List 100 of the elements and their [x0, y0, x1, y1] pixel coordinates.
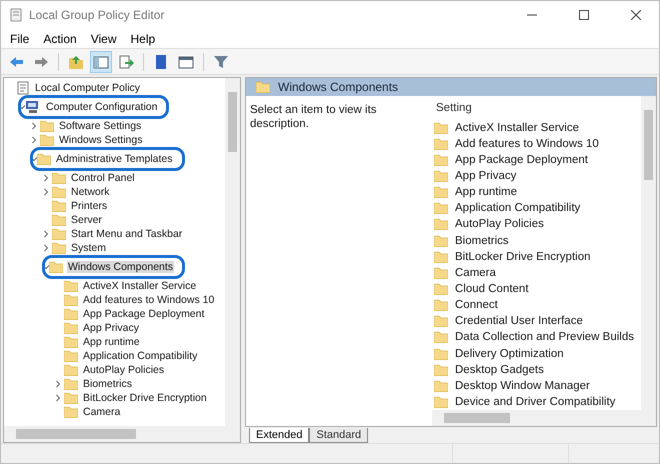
folder-icon: [256, 81, 270, 93]
folder-icon: [434, 299, 448, 312]
chevron-right-icon[interactable]: [42, 174, 50, 182]
setting-item[interactable]: Desktop Gadgets: [453, 364, 546, 376]
folder-icon: [434, 396, 448, 408]
setting-item[interactable]: Application Compatibility: [453, 202, 582, 214]
folder-icon: [434, 202, 448, 214]
setting-item[interactable]: AutoPlay Policies: [453, 218, 546, 230]
tree-item[interactable]: Windows Components: [67, 261, 174, 273]
setting-item[interactable]: Delivery Optimization: [453, 348, 566, 360]
menu-item[interactable]: View: [84, 28, 124, 48]
horizontal-scrollbar[interactable]: [4, 426, 240, 442]
folder-up-icon: [68, 54, 84, 70]
folder-icon: [64, 336, 78, 348]
vertical-scrollbar[interactable]: [641, 96, 656, 410]
setting-item[interactable]: Add features to Windows 10: [453, 138, 601, 150]
setting-item[interactable]: Data Collection and Preview Builds: [453, 331, 636, 344]
folder-icon: [40, 120, 54, 132]
folder-icon: [52, 172, 66, 184]
tree-item[interactable]: Computer Configuration: [45, 101, 158, 113]
chevron-right-icon[interactable]: [54, 394, 62, 402]
folder-icon: [434, 315, 448, 328]
folder-icon: [64, 392, 78, 404]
tree-item[interactable]: Application Compatibility: [82, 350, 198, 362]
tree-item[interactable]: BitLocker Drive Encryption: [82, 392, 208, 404]
chevron-right-icon[interactable]: [42, 188, 50, 196]
folder-icon: [64, 350, 78, 362]
tree-item[interactable]: Administrative Templates: [55, 153, 174, 165]
view-tab[interactable]: Extended: [249, 428, 310, 443]
maximize-icon: [579, 10, 589, 20]
folder-icon: [37, 153, 51, 165]
tree-item[interactable]: App runtime: [82, 336, 141, 348]
tree-item[interactable]: Software Settings: [58, 120, 142, 132]
tree-item[interactable]: Windows Settings: [58, 134, 144, 146]
folder-icon: [64, 280, 78, 292]
chevron-right-icon[interactable]: [54, 380, 62, 388]
menu-item[interactable]: Action: [36, 28, 84, 48]
folder-icon: [434, 170, 448, 182]
folder-icon: [64, 294, 78, 306]
chevron-right-icon[interactable]: [30, 122, 38, 130]
setting-item[interactable]: BitLocker Drive Encryption: [453, 250, 592, 263]
folder-icon: [434, 331, 448, 344]
setting-item[interactable]: Desktop Window Manager: [453, 380, 592, 392]
setting-item[interactable]: Credential User Interface: [453, 315, 585, 328]
folder-icon: [434, 138, 448, 150]
properties-icon: [178, 54, 194, 70]
tree-item[interactable]: App Package Deployment: [82, 308, 206, 320]
tree-pane-icon: [93, 54, 109, 70]
chevron-down-icon[interactable]: [18, 103, 26, 111]
setting-item[interactable]: Biometrics: [453, 234, 511, 247]
document-icon: [16, 81, 30, 95]
tree-item[interactable]: Add features to Windows 10: [82, 294, 216, 306]
menu-item[interactable]: File: [3, 28, 36, 48]
folder-icon: [64, 378, 78, 390]
menu-item[interactable]: Help: [124, 28, 162, 48]
tree-item[interactable]: Start Menu and Taskbar: [70, 228, 184, 240]
folder-icon: [434, 218, 448, 230]
setting-item[interactable]: Cloud Content: [453, 282, 531, 295]
setting-item[interactable]: Device and Driver Compatibility: [453, 396, 618, 408]
tree-item[interactable]: AutoPlay Policies: [82, 364, 166, 376]
tree-item[interactable]: Biometrics: [82, 378, 134, 390]
tree-item[interactable]: Control Panel: [70, 172, 136, 184]
folder-icon: [434, 234, 448, 247]
window-title: Local Group Policy Editor: [29, 8, 166, 22]
folder-icon: [434, 250, 448, 263]
setting-item[interactable]: Camera: [453, 266, 498, 279]
app-icon: [9, 8, 23, 22]
tree-item[interactable]: System: [70, 242, 108, 254]
filter-icon: [213, 54, 229, 70]
folder-icon: [64, 364, 78, 376]
tree-item[interactable]: Server: [70, 214, 103, 226]
tree-item[interactable]: Camera: [82, 406, 122, 418]
column-header[interactable]: Setting: [434, 102, 641, 120]
chevron-right-icon[interactable]: [42, 244, 50, 252]
folder-icon: [52, 228, 66, 240]
setting-item[interactable]: ActiveX Installer Service: [453, 122, 581, 134]
setting-item[interactable]: App Privacy: [453, 170, 518, 182]
folder-icon: [52, 200, 66, 212]
tree-item[interactable]: Printers: [70, 200, 108, 212]
tree-item[interactable]: Network: [70, 186, 111, 198]
pane-title: Windows Components: [278, 80, 398, 94]
setting-item[interactable]: App runtime: [453, 186, 520, 198]
toolbar-button[interactable]: [90, 50, 112, 72]
horizontal-scrollbar[interactable]: [432, 410, 656, 426]
tree-item[interactable]: Local Computer Policy: [34, 82, 142, 94]
folder-icon: [434, 348, 448, 360]
folder-icon: [40, 134, 54, 146]
chevron-right-icon[interactable]: [42, 230, 50, 238]
vertical-scrollbar[interactable]: [225, 78, 240, 426]
folder-icon: [52, 186, 66, 198]
view-tab[interactable]: Standard: [309, 428, 368, 443]
setting-item[interactable]: App Package Deployment: [453, 154, 590, 166]
close-icon: [631, 10, 641, 20]
folder-icon: [434, 154, 448, 166]
folder-icon: [434, 282, 448, 295]
folder-icon: [64, 308, 78, 320]
tree-item[interactable]: ActiveX Installer Service: [82, 280, 198, 292]
chevron-right-icon[interactable]: [30, 136, 38, 144]
setting-item[interactable]: Connect: [453, 299, 500, 312]
tree-item[interactable]: App Privacy: [82, 322, 140, 334]
